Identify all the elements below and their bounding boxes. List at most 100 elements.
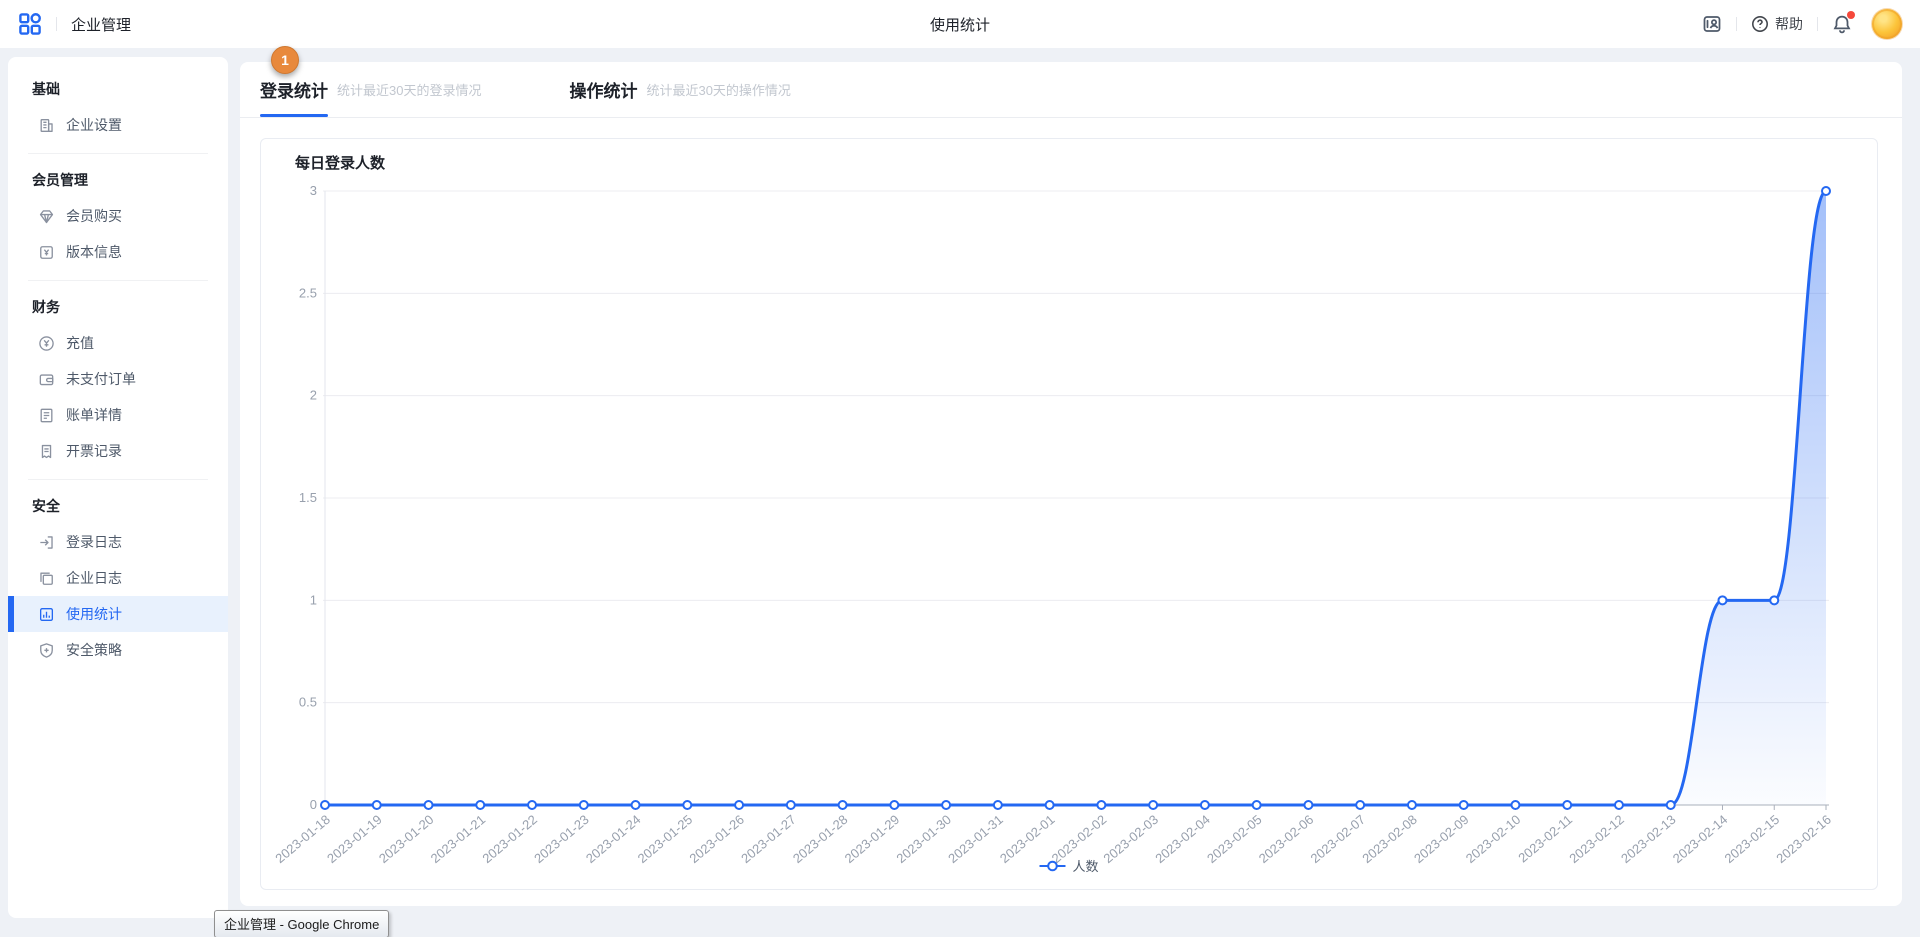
sidebar-item-企业设置[interactable]: 企业设置 (8, 107, 228, 143)
bill-icon (38, 407, 55, 424)
data-point[interactable] (1667, 801, 1675, 809)
data-point[interactable] (1511, 801, 1519, 809)
sidebar-item-label: 企业设置 (66, 115, 122, 135)
stats-icon (38, 606, 55, 623)
svg-text:2023-02-04: 2023-02-04 (1152, 812, 1213, 866)
data-point[interactable] (1615, 801, 1623, 809)
sidebar-item-登录日志[interactable]: 登录日志 (8, 524, 228, 560)
data-point[interactable] (1408, 801, 1416, 809)
data-point[interactable] (373, 801, 381, 809)
data-point[interactable] (839, 801, 847, 809)
data-point[interactable] (1718, 596, 1726, 604)
app-grid-icon[interactable] (18, 12, 42, 36)
sidebar-item-未支付订单[interactable]: 未支付订单 (8, 361, 228, 397)
sidebar-item-label: 安全策略 (66, 640, 122, 660)
data-point[interactable] (942, 801, 950, 809)
svg-text:2023-01-31: 2023-01-31 (945, 812, 1006, 866)
sidebar-divider (28, 153, 208, 154)
divider (1736, 17, 1737, 31)
user-avatar[interactable] (1872, 9, 1902, 39)
svg-text:2023-02-05: 2023-02-05 (1204, 812, 1265, 866)
contact-card-icon[interactable] (1702, 14, 1722, 34)
svg-text:2023-01-18: 2023-01-18 (272, 812, 333, 866)
sidebar-item-开票记录[interactable]: 开票记录 (8, 433, 228, 469)
sidebar-item-会员购买[interactable]: 会员购买 (8, 198, 228, 234)
svg-text:1: 1 (310, 592, 317, 607)
data-point[interactable] (321, 801, 329, 809)
data-point[interactable] (580, 801, 588, 809)
data-point[interactable] (1822, 187, 1830, 195)
svg-text:2023-02-03: 2023-02-03 (1100, 812, 1161, 866)
tab-subtitle: 统计最近30天的操作情况 (646, 80, 790, 99)
legend-label: 人数 (1072, 856, 1098, 875)
building-icon (38, 117, 55, 134)
sidebar-item-label: 企业日志 (66, 568, 122, 588)
svg-text:0: 0 (310, 797, 317, 812)
data-point[interactable] (1356, 801, 1364, 809)
svg-text:2023-01-26: 2023-01-26 (686, 812, 747, 866)
header-right: 帮助 (1702, 9, 1902, 39)
data-point[interactable] (1770, 596, 1778, 604)
data-point[interactable] (735, 801, 743, 809)
top-header: 企业管理 使用统计 (0, 0, 1920, 48)
data-point[interactable] (683, 801, 691, 809)
sidebar-item-安全策略[interactable]: 安全策略 (8, 632, 228, 668)
svg-text:2023-01-25: 2023-01-25 (635, 812, 696, 866)
svg-text:2023-02-12: 2023-02-12 (1566, 812, 1627, 866)
sidebar-item-账单详情[interactable]: 账单详情 (8, 397, 228, 433)
svg-text:2023-02-13: 2023-02-13 (1618, 812, 1679, 866)
notification-dot (1847, 11, 1855, 19)
tabs-bar: 登录统计统计最近30天的登录情况 操作统计统计最近30天的操作情况 (240, 62, 1902, 118)
help-button[interactable]: 帮助 (1751, 14, 1803, 34)
data-point[interactable] (1253, 801, 1261, 809)
svg-text:2023-01-21: 2023-01-21 (428, 812, 489, 866)
data-point[interactable] (1563, 801, 1571, 809)
data-point[interactable] (425, 801, 433, 809)
version-icon (38, 244, 55, 261)
data-point[interactable] (1304, 801, 1312, 809)
svg-text:2023-01-20: 2023-01-20 (376, 812, 437, 866)
sidebar-item-充值[interactable]: 充值 (8, 325, 228, 361)
svg-text:2023-02-09: 2023-02-09 (1411, 812, 1472, 866)
data-point[interactable] (528, 801, 536, 809)
help-label: 帮助 (1775, 14, 1803, 34)
tab-label: 操作统计 (569, 77, 637, 102)
svg-text:2023-01-23: 2023-01-23 (531, 812, 592, 866)
sidebar-item-企业日志[interactable]: 企业日志 (8, 560, 228, 596)
data-point[interactable] (994, 801, 1002, 809)
svg-text:2023-02-06: 2023-02-06 (1256, 812, 1317, 866)
svg-text:2023-01-27: 2023-01-27 (738, 812, 799, 866)
sidebar-item-label: 会员购买 (66, 206, 122, 226)
sidebar-item-label: 未支付订单 (66, 369, 136, 389)
svg-text:3: 3 (310, 183, 317, 198)
svg-text:2023-02-14: 2023-02-14 (1670, 812, 1731, 866)
grid-lines (323, 191, 1829, 703)
svg-text:2023-02-11: 2023-02-11 (1515, 812, 1575, 866)
window-tooltip: 企业管理 - Google Chrome (214, 910, 389, 937)
notification-bell-icon[interactable] (1832, 14, 1852, 34)
svg-text:2023-01-22: 2023-01-22 (479, 812, 540, 866)
data-point[interactable] (890, 801, 898, 809)
svg-text:2023-02-08: 2023-02-08 (1359, 812, 1420, 866)
sidebar-item-版本信息[interactable]: 版本信息 (8, 234, 228, 270)
data-point[interactable] (787, 801, 795, 809)
org-log-icon (38, 570, 55, 587)
sidebar-item-使用统计[interactable]: 使用统计 (8, 596, 228, 632)
sidebar-divider (28, 479, 208, 480)
sidebar-item-label: 版本信息 (66, 242, 122, 262)
tab-label: 登录统计 (260, 77, 328, 102)
wallet-icon (38, 371, 55, 388)
data-point[interactable] (1460, 801, 1468, 809)
data-point[interactable] (1149, 801, 1157, 809)
data-point[interactable] (1046, 801, 1054, 809)
tab-subtitle: 统计最近30天的登录情况 (337, 80, 481, 99)
chart-legend[interactable]: 人数 (1039, 856, 1098, 875)
shield-icon (38, 642, 55, 659)
data-point[interactable] (1097, 801, 1105, 809)
tab-操作统计[interactable]: 操作统计统计最近30天的操作情况 (569, 62, 790, 117)
question-circle-icon (1751, 15, 1769, 33)
data-point[interactable] (632, 801, 640, 809)
data-point[interactable] (476, 801, 484, 809)
line-chart[interactable]: 00.511.522.532023-01-182023-01-192023-01… (261, 139, 1879, 891)
data-point[interactable] (1201, 801, 1209, 809)
